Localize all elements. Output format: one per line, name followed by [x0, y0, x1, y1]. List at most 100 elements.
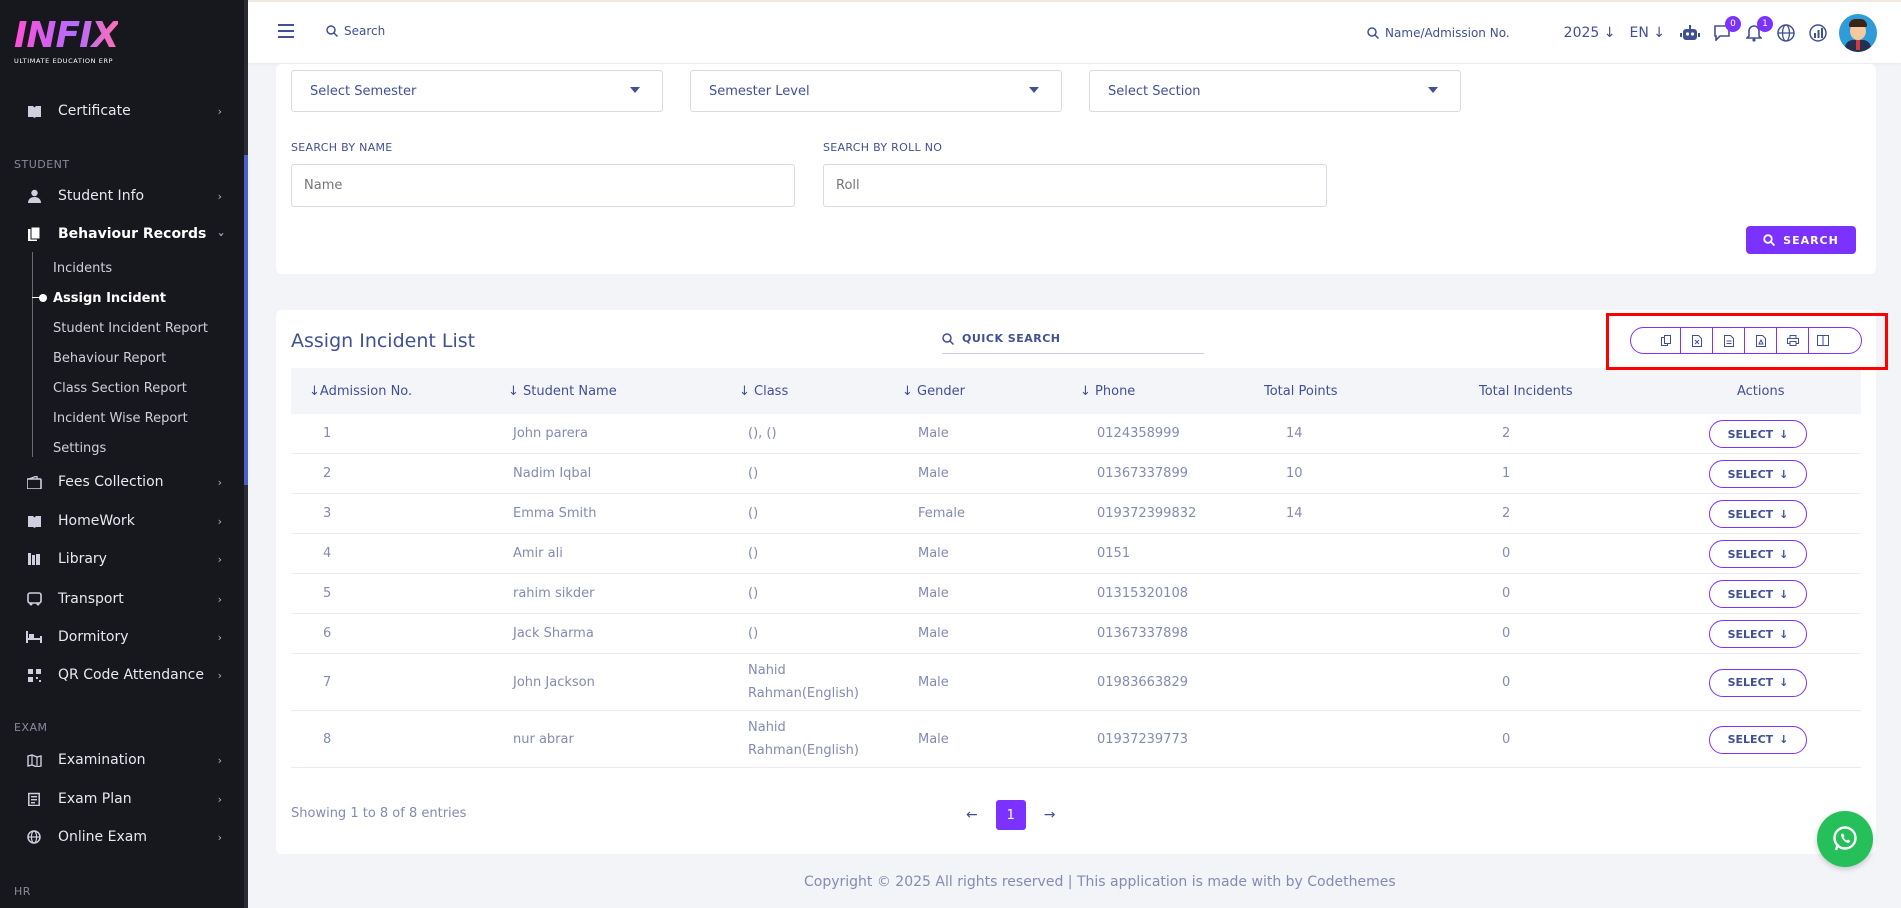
bell-icon[interactable]: 1: [1743, 16, 1773, 44]
sidebar-item-fees-collection[interactable]: Fees Collection ›: [0, 468, 244, 496]
sidebar-item-certificate[interactable]: Certificate ›: [0, 97, 244, 125]
section-select[interactable]: Select Section: [1089, 70, 1461, 112]
search-by-roll-label: SEARCH BY ROLL NO: [823, 141, 943, 154]
submenu-behaviour-report[interactable]: Behaviour Report: [53, 351, 166, 366]
menu-toggle-icon[interactable]: [278, 24, 294, 38]
table-row: 4 Amir ali () Male 0151 0 SELECT ↓: [291, 534, 1861, 574]
whatsapp-button[interactable]: [1817, 811, 1873, 867]
sidebar-item-dormitory[interactable]: Dormitory ›: [0, 623, 244, 651]
col-phone[interactable]: ↓ Phone: [1080, 384, 1135, 399]
column-label: Class: [754, 384, 789, 399]
incident-list-card: Assign Incident List QUICK SEARCH ↓Admis…: [276, 310, 1876, 854]
select-action-button[interactable]: SELECT ↓: [1709, 500, 1807, 528]
sidebar-item-behaviour-records[interactable]: Behaviour Records ›: [0, 220, 244, 248]
col-total-incidents[interactable]: Total Incidents: [1479, 384, 1573, 399]
avatar[interactable]: [1839, 14, 1877, 52]
submenu-incident-wise-report[interactable]: Incident Wise Report: [53, 411, 188, 426]
cell-student-name: nur abrar: [513, 731, 574, 747]
select-action-button[interactable]: SELECT ↓: [1709, 668, 1807, 697]
topbar-right: Name/Admission No. 2025 ↓ EN ↓ 0 1: [1367, 14, 1877, 52]
search-button-label: SEARCH: [1783, 233, 1839, 247]
caret-down-icon: [1029, 87, 1039, 93]
col-class[interactable]: ↓ Class: [739, 384, 788, 399]
cell-admission-no: 6: [323, 626, 332, 641]
col-gender[interactable]: ↓ Gender: [902, 384, 965, 399]
select-action-button[interactable]: SELECT ↓: [1709, 420, 1807, 448]
table-row: 5 rahim sikder () Male 01315320108 0 SELECT ↓: [291, 574, 1861, 614]
sidebar-item-examination[interactable]: Examination ›: [0, 746, 244, 774]
cell-student-name: John parera: [513, 426, 588, 441]
submenu-incidents[interactable]: Incidents: [53, 261, 112, 276]
chat-badge: 0: [1725, 16, 1741, 32]
chevron-right-icon: ›: [217, 593, 222, 606]
sidebar-scrollbar-thumb[interactable]: [244, 155, 248, 485]
sidebar-item-qr-attendance[interactable]: QR Code Attendance ›: [0, 661, 244, 689]
submenu-student-incident-report[interactable]: Student Incident Report: [53, 321, 208, 336]
arrow-down-icon: ↓: [1779, 467, 1789, 481]
page-1-button[interactable]: 1: [995, 800, 1026, 830]
roll-input[interactable]: [823, 164, 1327, 207]
globe-icon[interactable]: [1775, 22, 1797, 44]
search-icon: [1367, 27, 1380, 39]
col-admission-no[interactable]: ↓Admission No.: [309, 384, 412, 399]
globe-icon: [26, 829, 42, 845]
select-action-button[interactable]: SELECT ↓: [1709, 540, 1807, 568]
section-label-exam: EXAM: [14, 721, 48, 734]
search-icon: [942, 332, 954, 345]
cell-student-name: Jack Sharma: [513, 626, 594, 641]
logo[interactable]: INFIX ULTIMATE EDUCATION ERP: [14, 18, 119, 66]
select-action-button[interactable]: SELECT ↓: [1709, 580, 1807, 608]
sidebar-item-library[interactable]: Library ›: [0, 545, 244, 573]
arrow-down-icon: ↓: [1779, 547, 1789, 561]
sidebar-item-exam-plan[interactable]: Exam Plan ›: [0, 785, 244, 813]
select-action-button[interactable]: SELECT ↓: [1709, 620, 1807, 648]
cell-gender: Male: [918, 546, 949, 561]
select-label: SELECT: [1727, 547, 1774, 561]
sidebar-item-student-info[interactable]: Student Info ›: [0, 182, 244, 210]
col-total-points[interactable]: Total Points: [1264, 384, 1338, 399]
topbar: Search Name/Admission No. 2025 ↓ EN ↓ 0 …: [248, 0, 1901, 63]
sidebar-item-online-exam[interactable]: Online Exam ›: [0, 823, 244, 851]
sidebar-item-label: Behaviour Records: [58, 226, 207, 242]
table-row: 6 Jack Sharma () Male 01367337898 0 SELECT ↓: [291, 614, 1861, 654]
select-action-button[interactable]: SELECT ↓: [1709, 460, 1807, 488]
submenu-class-section-report[interactable]: Class Section Report: [53, 381, 187, 396]
language-dropdown[interactable]: EN ↓: [1629, 25, 1665, 41]
semester-select[interactable]: Select Semester: [291, 70, 663, 112]
sidebar-item-homework[interactable]: HomeWork ›: [0, 507, 244, 535]
name-admission-search[interactable]: Name/Admission No.: [1367, 26, 1510, 40]
next-page-icon[interactable]: →: [1044, 807, 1056, 823]
table-row: 7 John Jackson Nahid Rahman(English) Male 01…: [291, 654, 1861, 711]
cell-phone: 01315320108: [1097, 586, 1188, 601]
select-action-button[interactable]: SELECT ↓: [1709, 725, 1807, 754]
bus-icon: [26, 591, 42, 607]
chat-icon[interactable]: 0: [1711, 16, 1741, 44]
map-icon: [26, 752, 42, 768]
cell-gender: Male: [918, 626, 949, 641]
name-input[interactable]: [291, 164, 795, 207]
chevron-right-icon: ›: [217, 793, 222, 806]
chevron-right-icon: ›: [217, 831, 222, 844]
cell-admission-no: 3: [323, 506, 332, 521]
filter-card: Select Semester Semester Level Select Se…: [276, 64, 1876, 274]
submenu-settings[interactable]: Settings: [53, 441, 106, 456]
col-student-name[interactable]: ↓ Student Name: [508, 384, 617, 399]
sidebar-item-label: Examination: [58, 752, 146, 768]
whatsapp-icon: [1833, 826, 1857, 851]
robot-icon[interactable]: [1679, 22, 1701, 44]
sidebar-item-label: Exam Plan: [58, 791, 132, 807]
cell-total-points: 14: [1286, 426, 1303, 441]
chevron-right-icon: ›: [217, 476, 222, 489]
prev-page-icon[interactable]: ←: [966, 807, 978, 823]
cell-total-incidents: 0: [1502, 546, 1511, 561]
sidebar-item-transport[interactable]: Transport ›: [0, 585, 244, 613]
semester-level-select[interactable]: Semester Level: [690, 70, 1062, 112]
top-search[interactable]: Search: [326, 24, 385, 38]
quick-search-input[interactable]: QUICK SEARCH: [942, 324, 1204, 354]
section-select-value: Select Section: [1108, 84, 1201, 99]
search-button[interactable]: SEARCH: [1746, 226, 1856, 254]
analytics-icon[interactable]: [1807, 22, 1829, 44]
year-dropdown[interactable]: 2025 ↓: [1564, 25, 1616, 41]
submenu-assign-incident[interactable]: Assign Incident: [53, 291, 166, 306]
sidebar-item-label: Student Info: [58, 188, 145, 204]
